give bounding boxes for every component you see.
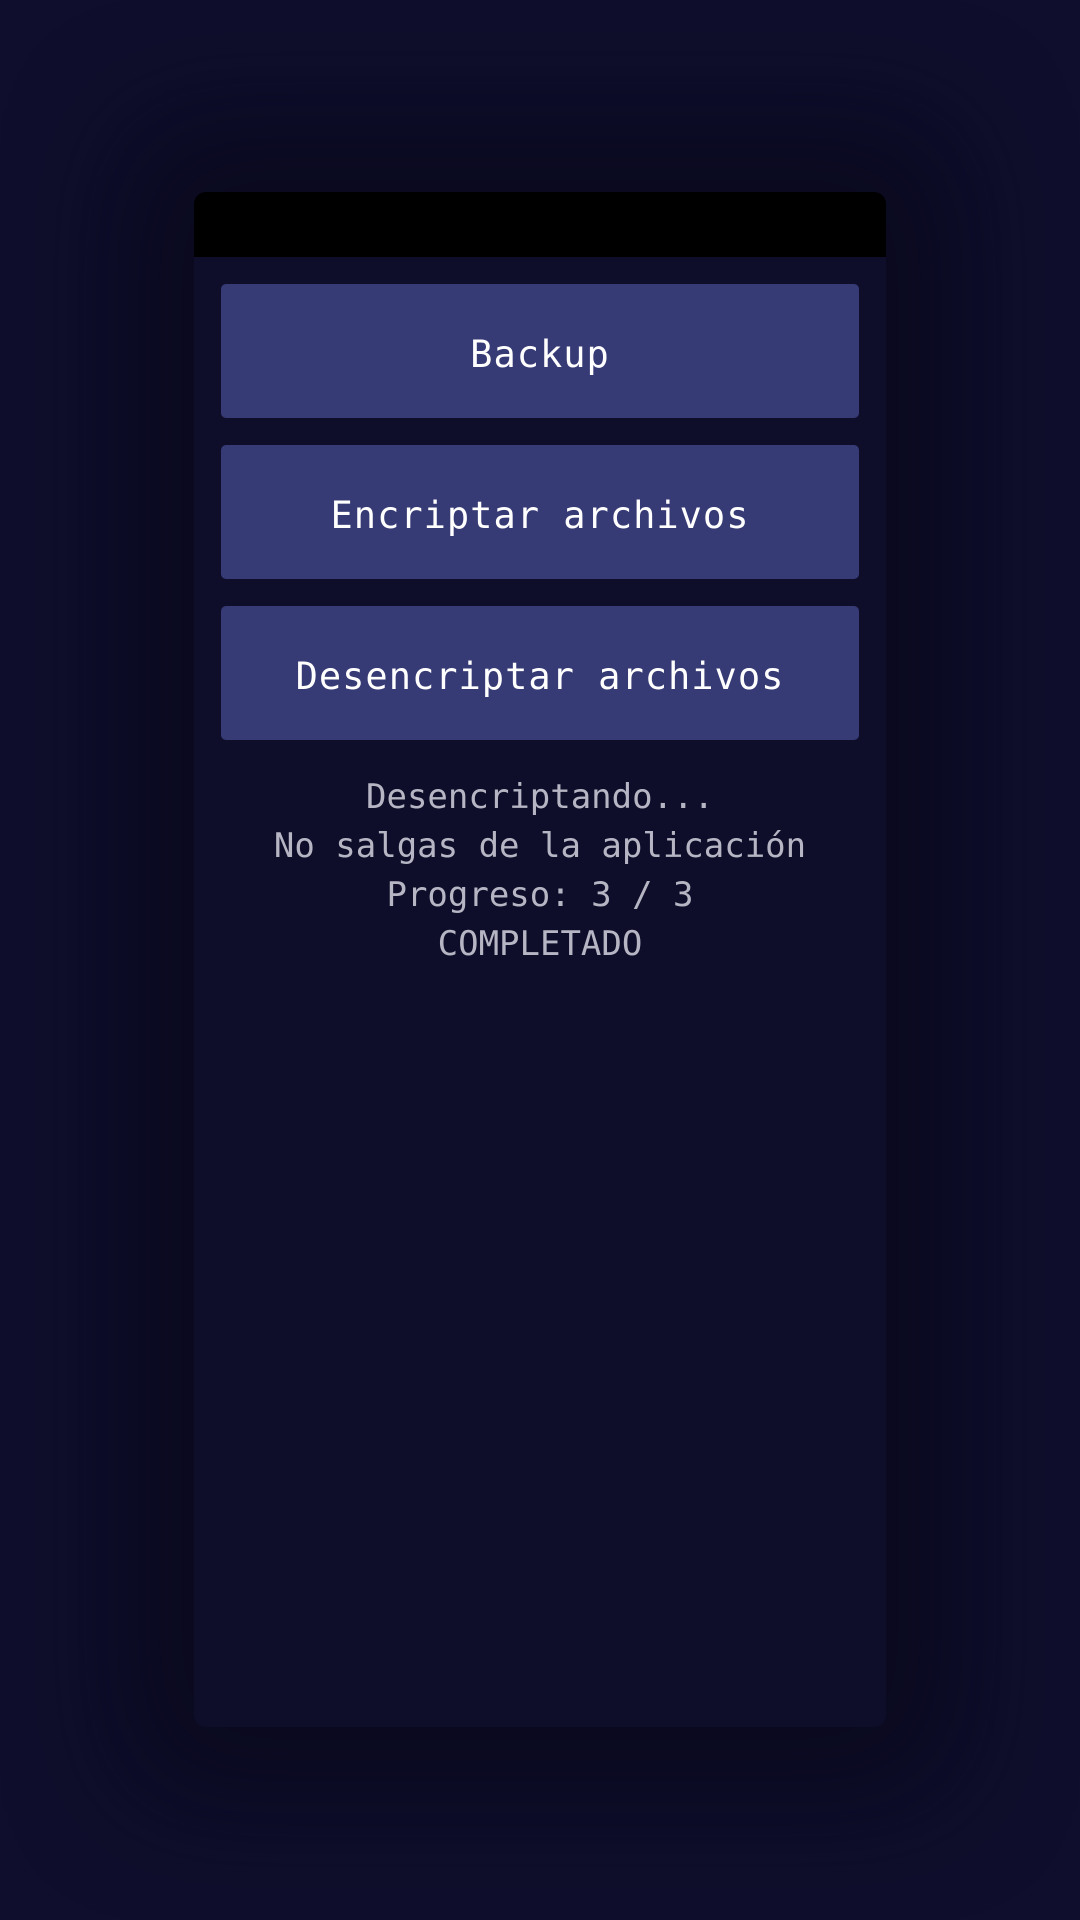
status-line-action: Desencriptando... <box>366 777 714 817</box>
status-line-result: COMPLETADO <box>437 924 643 964</box>
page-background: Backup Encriptar archivos Desencriptar a… <box>0 0 1080 1920</box>
main-content: Backup Encriptar archivos Desencriptar a… <box>221 284 859 969</box>
status-line-progress: Progreso: 3 / 3 <box>386 875 694 915</box>
status-bar <box>194 192 886 257</box>
progress-status: Desencriptando... No salgas de la aplica… <box>221 773 859 969</box>
backup-button[interactable]: Backup <box>221 284 859 418</box>
app-screen: Backup Encriptar archivos Desencriptar a… <box>194 192 886 1727</box>
status-line-warning: No salgas de la aplicación <box>273 826 807 866</box>
encrypt-files-button-label: Encriptar archivos <box>330 493 750 537</box>
backup-button-label: Backup <box>470 332 610 376</box>
decrypt-files-button-label: Desencriptar archivos <box>295 654 785 698</box>
decrypt-files-button[interactable]: Desencriptar archivos <box>221 606 859 740</box>
encrypt-files-button[interactable]: Encriptar archivos <box>221 445 859 579</box>
